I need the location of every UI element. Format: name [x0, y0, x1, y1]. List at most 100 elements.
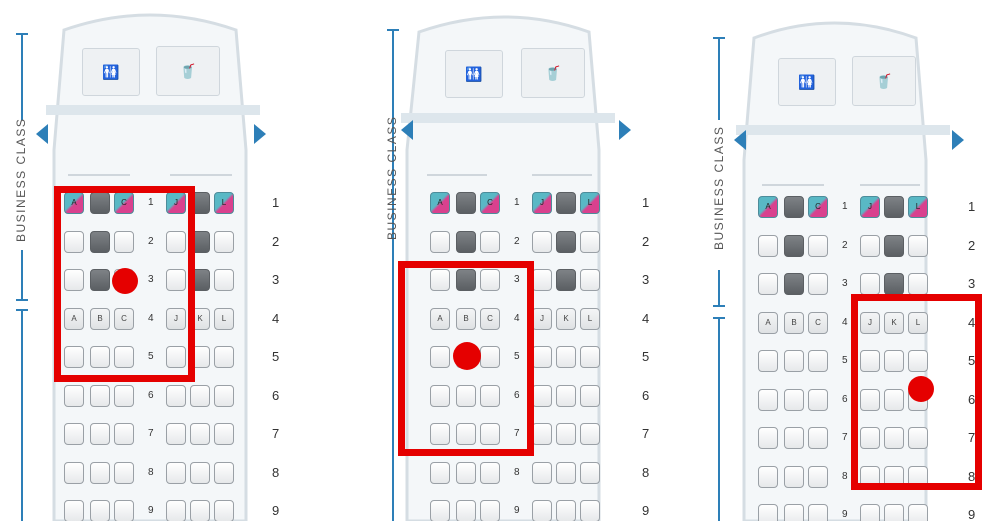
seat-6-0[interactable]	[64, 384, 84, 407]
seat-9-0[interactable]	[758, 504, 778, 521]
seat-4-1[interactable]: B	[784, 311, 804, 334]
seat-9-3[interactable]	[860, 504, 880, 521]
seat-4-4[interactable]: K	[556, 307, 576, 330]
seat-2-4[interactable]	[556, 230, 576, 253]
seat-7-0[interactable]	[64, 423, 84, 445]
seat-8-4[interactable]	[190, 461, 210, 484]
seat-3-0[interactable]	[758, 273, 778, 295]
seat-8-4[interactable]	[556, 461, 576, 484]
seat-5-0[interactable]	[758, 350, 778, 372]
seat-7-4[interactable]	[190, 423, 210, 445]
seat-2-5[interactable]	[214, 230, 234, 253]
seat-2-4[interactable]	[884, 234, 904, 257]
seat-3-1[interactable]	[784, 273, 804, 295]
seat-1-4[interactable]	[884, 196, 904, 218]
seat-5-1[interactable]	[784, 350, 804, 372]
seat-2-0[interactable]	[758, 234, 778, 257]
seat-6-5[interactable]	[214, 384, 234, 407]
seat-9-0[interactable]	[64, 500, 84, 521]
seat-9-0[interactable]	[430, 500, 450, 521]
seat-8-2[interactable]	[808, 465, 828, 488]
seat-5-4[interactable]	[556, 346, 576, 368]
seat-7-5[interactable]	[580, 423, 600, 445]
seat-8-3[interactable]	[166, 461, 186, 484]
seat-1-0[interactable]: A	[430, 192, 450, 214]
seat-9-3[interactable]	[532, 500, 552, 521]
seat-6-1[interactable]	[90, 384, 110, 407]
seat-3-4[interactable]	[884, 273, 904, 295]
seat-5-2[interactable]	[808, 350, 828, 372]
seat-3-3[interactable]	[532, 269, 552, 291]
seat-8-1[interactable]	[90, 461, 110, 484]
seat-6-3[interactable]	[166, 384, 186, 407]
seat-7-1[interactable]	[784, 427, 804, 449]
seat-6-4[interactable]	[190, 384, 210, 407]
seat-4-5[interactable]: L	[214, 307, 234, 330]
seat-2-2[interactable]	[808, 234, 828, 257]
seat-1-5[interactable]: L	[214, 192, 234, 214]
seat-9-3[interactable]	[166, 500, 186, 521]
seat-5-5[interactable]	[214, 346, 234, 368]
seat-6-3[interactable]	[532, 384, 552, 407]
seat-1-1[interactable]	[784, 196, 804, 218]
seat-9-4[interactable]	[190, 500, 210, 521]
seat-9-2[interactable]	[808, 504, 828, 521]
seat-6-1[interactable]	[784, 388, 804, 411]
seat-1-5[interactable]: L	[580, 192, 600, 214]
seat-6-0[interactable]	[758, 388, 778, 411]
seat-8-0[interactable]	[758, 465, 778, 488]
seat-8-0[interactable]	[430, 461, 450, 484]
seat-1-0[interactable]: A	[758, 196, 778, 218]
seat-4-0[interactable]: A	[758, 311, 778, 334]
seat-7-5[interactable]	[214, 423, 234, 445]
seat-6-5[interactable]	[580, 384, 600, 407]
seat-8-0[interactable]	[64, 461, 84, 484]
seat-3-4[interactable]	[556, 269, 576, 291]
seat-7-2[interactable]	[114, 423, 134, 445]
seat-1-5[interactable]: L	[908, 196, 928, 218]
seat-2-2[interactable]	[480, 230, 500, 253]
seat-2-5[interactable]	[908, 234, 928, 257]
seat-6-4[interactable]	[556, 384, 576, 407]
seat-3-5[interactable]	[214, 269, 234, 291]
seat-5-5[interactable]	[580, 346, 600, 368]
seat-9-1[interactable]	[784, 504, 804, 521]
seat-8-5[interactable]	[580, 461, 600, 484]
seat-2-0[interactable]	[430, 230, 450, 253]
seat-2-3[interactable]	[860, 234, 880, 257]
seat-7-0[interactable]	[758, 427, 778, 449]
seat-9-5[interactable]	[580, 500, 600, 521]
seat-8-3[interactable]	[532, 461, 552, 484]
seat-1-2[interactable]: C	[480, 192, 500, 214]
seat-9-2[interactable]	[114, 500, 134, 521]
seat-6-2[interactable]	[114, 384, 134, 407]
seat-8-2[interactable]	[114, 461, 134, 484]
seat-2-3[interactable]	[532, 230, 552, 253]
seat-5-3[interactable]	[532, 346, 552, 368]
seat-4-2[interactable]: C	[808, 311, 828, 334]
seat-7-3[interactable]	[532, 423, 552, 445]
seat-1-3[interactable]: J	[860, 196, 880, 218]
seat-2-1[interactable]	[784, 234, 804, 257]
seat-4-5[interactable]: L	[580, 307, 600, 330]
seat-4-3[interactable]: J	[532, 307, 552, 330]
seat-1-4[interactable]	[556, 192, 576, 214]
seat-8-5[interactable]	[214, 461, 234, 484]
seat-1-3[interactable]: J	[532, 192, 552, 214]
seat-9-4[interactable]	[884, 504, 904, 521]
seat-7-4[interactable]	[556, 423, 576, 445]
seat-8-2[interactable]	[480, 461, 500, 484]
seat-9-1[interactable]	[90, 500, 110, 521]
seat-9-5[interactable]	[908, 504, 928, 521]
seat-2-1[interactable]	[456, 230, 476, 253]
seat-9-5[interactable]	[214, 500, 234, 521]
seat-1-1[interactable]	[456, 192, 476, 214]
seat-2-5[interactable]	[580, 230, 600, 253]
seat-9-1[interactable]	[456, 500, 476, 521]
seat-3-2[interactable]	[808, 273, 828, 295]
seat-1-2[interactable]: C	[808, 196, 828, 218]
seat-8-1[interactable]	[784, 465, 804, 488]
seat-3-5[interactable]	[908, 273, 928, 295]
seat-7-1[interactable]	[90, 423, 110, 445]
seat-6-2[interactable]	[808, 388, 828, 411]
